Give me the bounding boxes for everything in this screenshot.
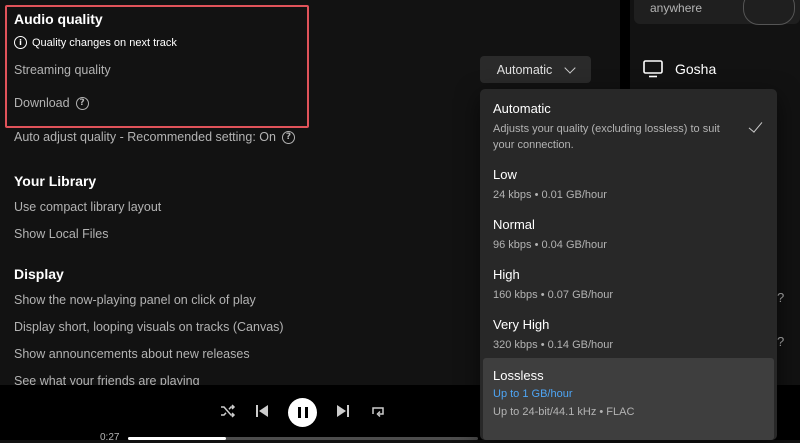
option-description: 96 kbps • 0.04 GB/hour <box>493 239 607 251</box>
your-library-heading: Your Library <box>14 173 97 189</box>
option-description: 160 kbps • 0.07 GB/hour <box>493 289 614 301</box>
option-description: 320 kbps • 0.14 GB/hour <box>493 339 614 351</box>
skip-forward-icon <box>337 405 349 417</box>
local-files-label: Show Local Files <box>14 227 109 241</box>
option-normal[interactable]: Normal 96 kbps • 0.04 GB/hour <box>480 209 777 257</box>
option-automatic[interactable]: Automatic Adjusts your quality (excludin… <box>480 89 777 155</box>
option-title: Very High <box>493 317 550 332</box>
now-playing-panel-label: Show the now-playing panel on click of p… <box>14 293 256 307</box>
option-lossless[interactable]: Lossless Up to 1 GB/hour Up to 24-bit/44… <box>480 359 777 439</box>
shuffle-icon <box>221 404 236 418</box>
checkmark-icon <box>748 118 763 133</box>
option-low[interactable]: Low 24 kbps • 0.01 GB/hour <box>480 159 777 207</box>
streaming-quality-select[interactable]: Automatic <box>480 56 591 83</box>
option-very-high[interactable]: Very High 320 kbps • 0.14 GB/hour <box>480 309 777 357</box>
announcements-label: Show announcements about new releases <box>14 347 250 361</box>
canvas-label: Display short, looping visuals on tracks… <box>14 320 284 334</box>
option-description: Up to 24-bit/44.1 kHz • FLAC <box>493 406 635 418</box>
device-item[interactable]: Gosha <box>643 60 716 78</box>
option-description: 24 kbps • 0.01 GB/hour <box>493 189 607 201</box>
option-description: Adjusts your quality (excluding lossless… <box>493 123 720 151</box>
anywhere-text: anywhere <box>650 1 703 15</box>
connect-pill[interactable] <box>743 0 795 25</box>
pause-button[interactable] <box>288 398 317 427</box>
highlight-box <box>5 5 309 128</box>
option-title: Lossless <box>493 368 544 383</box>
skip-back-icon <box>256 405 268 417</box>
monitor-icon <box>643 60 663 78</box>
pause-icon <box>296 407 310 418</box>
option-title: Automatic <box>493 101 551 116</box>
option-high[interactable]: High 160 kbps • 0.07 GB/hour <box>480 259 777 307</box>
option-title: High <box>493 267 520 282</box>
auto-adjust-row: Auto adjust quality - Recommended settin… <box>14 130 295 144</box>
auto-adjust-label: Auto adjust quality - Recommended settin… <box>14 130 276 144</box>
previous-button[interactable] <box>255 404 269 418</box>
repeat-icon <box>372 407 384 418</box>
next-button[interactable] <box>336 404 350 418</box>
streaming-quality-menu: Automatic Adjusts your quality (excludin… <box>480 89 777 440</box>
help-icon[interactable]: ? <box>281 130 295 144</box>
compact-library-label: Use compact library layout <box>14 200 162 214</box>
shuffle-button[interactable] <box>220 404 236 418</box>
repeat-button[interactable] <box>370 404 386 418</box>
help-icon-fragment: ? <box>777 290 785 305</box>
display-heading: Display <box>14 266 64 282</box>
elapsed-time: 0:27 <box>100 432 120 443</box>
help-icon-fragment: ? <box>777 334 785 349</box>
option-highlight: Up to 1 GB/hour <box>493 388 573 400</box>
streaming-quality-value: Automatic <box>496 62 553 77</box>
option-title: Low <box>493 167 517 182</box>
option-title: Normal <box>493 217 535 232</box>
chevron-down-icon <box>564 61 576 74</box>
device-name: Gosha <box>675 61 717 77</box>
